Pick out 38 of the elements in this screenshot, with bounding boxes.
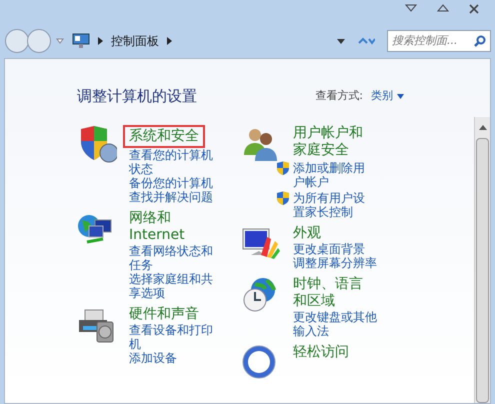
task-link[interactable]: 更改桌面背景	[293, 242, 379, 256]
category-link[interactable]: 时钟、语言和区域	[293, 276, 369, 310]
task-link[interactable]: 查看网络状态和任务	[129, 244, 215, 272]
search-icon[interactable]	[474, 35, 486, 47]
scroll-up-icon[interactable]	[478, 125, 486, 130]
view-dropdown[interactable]: 类别	[371, 88, 404, 104]
minimize-icon[interactable]	[405, 4, 417, 12]
category-link[interactable]: 外观	[293, 225, 369, 242]
breadcrumb-item[interactable]: 控制面板	[111, 32, 159, 50]
view-label: 查看方式:	[315, 88, 363, 104]
close-icon[interactable]	[469, 4, 479, 14]
caret-icon	[397, 94, 404, 98]
task-link[interactable]: 查看设备和打印机	[129, 323, 215, 351]
task-link[interactable]: 备份您的计算机	[129, 176, 215, 190]
scrollbar[interactable]	[474, 117, 490, 403]
task-link[interactable]: 查看您的计算机状态	[129, 148, 215, 176]
category-link[interactable]: 系统和安全	[123, 125, 205, 148]
task-link[interactable]: 调整屏幕分辨率	[293, 256, 379, 270]
task-link[interactable]: 选择家庭组和共享选项	[129, 272, 215, 300]
search-input: 搜索控制面...	[392, 32, 474, 50]
dropdown-icon[interactable]	[337, 38, 345, 44]
task-link[interactable]: 为所有用户设置家长控制	[293, 191, 369, 219]
page-title: 调整计算机的设置	[77, 86, 197, 107]
task-link[interactable]: 添加或删除用户帐户	[293, 161, 369, 189]
task-link[interactable]: 更改键盘或其他输入法	[293, 310, 379, 338]
category-link[interactable]: 硬件和声音	[129, 306, 205, 323]
task-link[interactable]: 添加设备	[129, 351, 215, 365]
task-link[interactable]: 查找并解决问题	[129, 190, 215, 204]
maximize-icon[interactable]	[437, 4, 449, 12]
chevron-icon[interactable]	[98, 37, 103, 45]
category-link[interactable]: 用户帐户和家庭安全	[293, 125, 369, 159]
computer-icon	[72, 33, 90, 49]
search-field[interactable]: 搜索控制面...	[387, 30, 491, 52]
scroll-thumb[interactable]	[476, 138, 489, 403]
dropdown-icon[interactable]	[56, 38, 64, 44]
chevron-icon[interactable]	[167, 37, 172, 45]
category-link[interactable]: 网络和 Internet	[129, 210, 205, 244]
category-link[interactable]: 轻松访问	[293, 344, 369, 361]
